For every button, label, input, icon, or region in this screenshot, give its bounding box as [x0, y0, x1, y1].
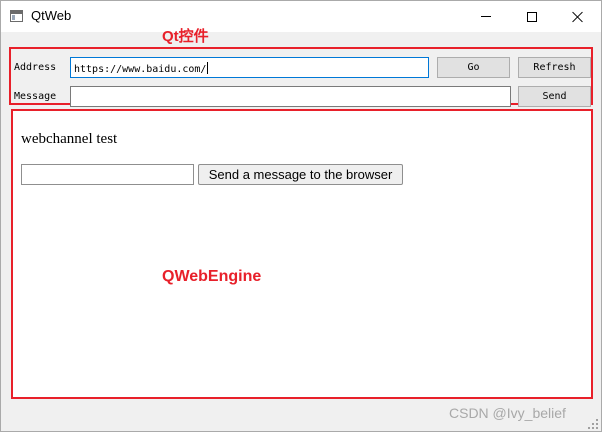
- message-label: Message: [14, 91, 57, 102]
- refresh-button[interactable]: Refresh: [518, 57, 591, 78]
- send-button[interactable]: Send: [518, 86, 591, 107]
- qt-controls-annotation: Qt控件: [162, 28, 209, 45]
- close-button[interactable]: [555, 1, 601, 32]
- minimize-button[interactable]: [463, 1, 509, 32]
- minimize-icon: [481, 16, 491, 17]
- app-window-icon: [10, 10, 23, 22]
- web-engine-annotation: QWebEngine: [162, 268, 262, 285]
- web-page-heading: webchannel test: [21, 131, 118, 147]
- close-icon: [572, 11, 584, 23]
- qt-controls-panel: Address https://www.baidu.com/ Go Refres…: [9, 47, 593, 107]
- message-input[interactable]: [70, 86, 511, 107]
- watermark: CSDN @Ivy_belief: [449, 405, 566, 421]
- app-window: QtWeb Qt控件 Address https://www.baidu.com…: [0, 0, 602, 432]
- send-to-browser-button[interactable]: Send a message to the browser: [198, 164, 403, 185]
- web-message-input[interactable]: [21, 164, 194, 185]
- address-input[interactable]: https://www.baidu.com/: [70, 57, 429, 78]
- go-button[interactable]: Go: [437, 57, 510, 78]
- window-title: QtWeb: [31, 8, 72, 23]
- maximize-icon: [527, 11, 537, 22]
- text-caret: [207, 62, 209, 74]
- web-engine-view: webchannel test Send a message to the br…: [11, 109, 593, 399]
- title-bar: QtWeb: [1, 1, 601, 32]
- address-input-value: https://www.baidu.com/: [74, 64, 207, 75]
- address-label: Address: [14, 62, 57, 73]
- maximize-button[interactable]: [509, 1, 555, 32]
- resize-grip-icon[interactable]: [588, 419, 598, 429]
